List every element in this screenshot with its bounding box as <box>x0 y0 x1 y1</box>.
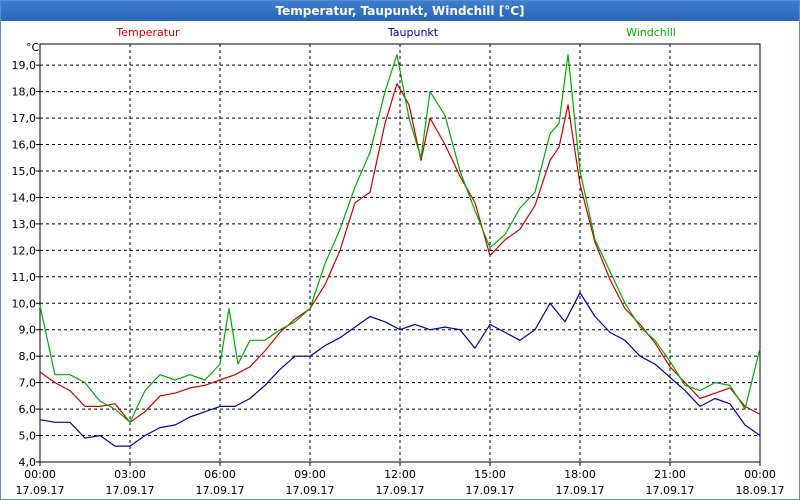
legend: Temperatur Taupunkt Windchill <box>115 26 676 39</box>
legend-entry-windchill: Windchill <box>626 26 676 39</box>
grid <box>40 44 760 463</box>
x-tick-time: 03:00 <box>114 468 146 481</box>
y-tick-label: 10,0 <box>12 297 37 310</box>
x-tick-time: 18:00 <box>564 468 596 481</box>
y-tick-label: 14,0 <box>12 191 37 204</box>
x-tick-time: 12:00 <box>384 468 416 481</box>
y-tick-label: 7,0 <box>19 377 37 390</box>
x-tick-date: 17.09.17 <box>106 484 155 497</box>
x-tick-date: 17.09.17 <box>16 484 65 497</box>
y-tick-label: 9,0 <box>19 324 37 337</box>
x-tick-time: 00:00 <box>24 468 56 481</box>
y-tick-label: 18,0 <box>12 86 37 99</box>
x-tick-date: 17.09.17 <box>196 484 245 497</box>
y-tick-label: 13,0 <box>12 218 37 231</box>
x-axis: 00:00 17.09.17 03:00 17.09.17 06:00 17.09.17 0… <box>16 462 785 497</box>
x-tick-date: 17.09.17 <box>376 484 425 497</box>
y-tick-label: 6,0 <box>19 403 37 416</box>
y-tick-label: 16,0 <box>12 139 37 152</box>
line-chart: 4,05,06,07,08,09,010,011,012,013,014,015… <box>12 26 785 497</box>
x-tick-time: 00:00 <box>744 468 776 481</box>
y-tick-label: 17,0 <box>12 112 37 125</box>
y-axis: 4,05,06,07,08,09,010,011,012,013,014,015… <box>12 59 40 469</box>
x-tick-time: 09:00 <box>294 468 326 481</box>
x-tick-date: 17.09.17 <box>466 484 515 497</box>
y-tick-label: 19,0 <box>12 59 37 72</box>
x-tick-date: 17.09.17 <box>286 484 335 497</box>
y-tick-label: 12,0 <box>12 244 37 257</box>
y-tick-label: 15,0 <box>12 165 37 178</box>
x-tick-date: 17.09.17 <box>646 484 695 497</box>
y-axis-unit: °C <box>26 41 40 54</box>
x-tick-date: 18.09.17 <box>736 484 785 497</box>
y-tick-label: 11,0 <box>12 271 37 284</box>
x-tick-time: 06:00 <box>204 468 236 481</box>
y-tick-label: 8,0 <box>19 350 37 363</box>
x-tick-time: 21:00 <box>654 468 686 481</box>
legend-entry-taupunkt: Taupunkt <box>387 26 439 39</box>
x-tick-date: 17.09.17 <box>556 484 605 497</box>
x-tick-time: 15:00 <box>474 468 506 481</box>
y-tick-label: 5,0 <box>19 430 37 443</box>
legend-entry-temperatur: Temperatur <box>115 26 180 39</box>
